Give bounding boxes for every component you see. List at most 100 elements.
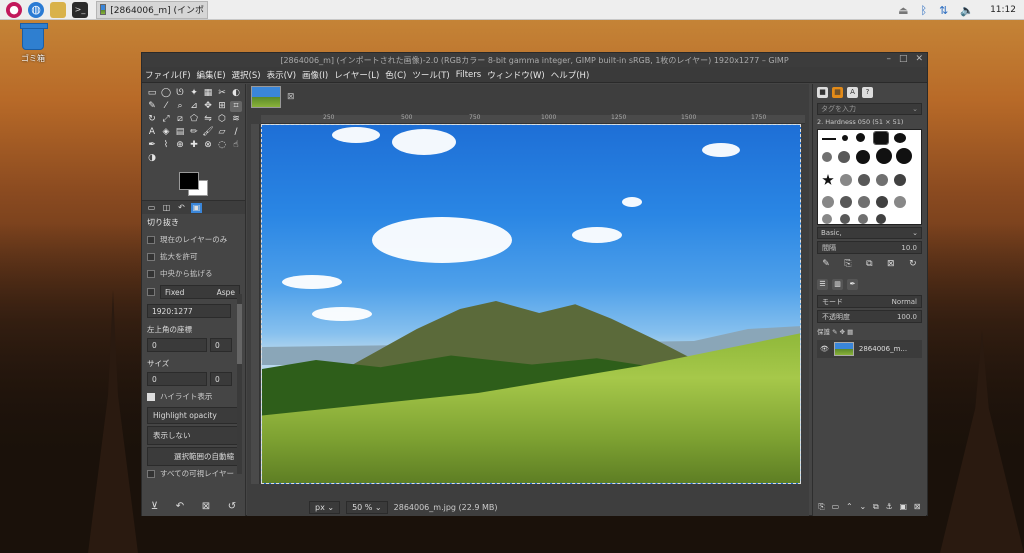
checkbox[interactable] — [147, 235, 155, 244]
brush-preview[interactable] — [838, 151, 850, 163]
brush-preview[interactable] — [894, 196, 906, 208]
option-allow-growing[interactable]: 拡大を許可 — [142, 248, 245, 265]
menu-image[interactable]: 画像(I) — [302, 69, 328, 81]
brush-preview[interactable] — [840, 196, 852, 208]
brush-preview[interactable] — [822, 174, 834, 185]
tool-options-scrollbar[interactable] — [237, 294, 242, 474]
taskbar-gimp-task[interactable]: [2864006_m] (インポ — [96, 0, 208, 19]
network-icon[interactable]: ⇅ — [939, 4, 948, 17]
foreground-select-icon[interactable]: ◐ — [230, 88, 242, 99]
layers-tab-icon[interactable]: ☰ — [817, 279, 828, 290]
auto-shrink-button[interactable]: 選択範囲の自動縮 — [147, 447, 240, 466]
option-shrink-merged[interactable]: すべての可視レイヤー — [142, 468, 245, 482]
checkbox[interactable] — [147, 288, 155, 296]
ellipse-select-icon[interactable]: ◯ — [160, 88, 172, 99]
layer-item[interactable]: 👁 2864006_m... — [817, 340, 922, 358]
fuzzy-select-icon[interactable]: ✦ — [188, 88, 200, 99]
menu-color[interactable]: 色(C) — [385, 69, 406, 81]
image-tab-close-icon[interactable]: ⊠ — [287, 92, 295, 102]
brush-preview[interactable] — [876, 214, 886, 224]
brush-preview[interactable] — [856, 150, 870, 164]
brush-preview[interactable] — [894, 133, 906, 143]
lock-alpha-icon[interactable]: ▦ — [847, 328, 853, 336]
delete-layer-icon[interactable]: ⊠ — [914, 502, 921, 512]
brush-preview[interactable] — [858, 174, 870, 186]
brush-preview[interactable] — [876, 174, 888, 186]
brush-preview[interactable] — [840, 174, 852, 186]
ratio-input[interactable]: 1920:1277 — [147, 304, 231, 318]
menu-edit[interactable]: 編集(E) — [197, 69, 226, 81]
refresh-brushes-icon[interactable]: ↻ — [909, 259, 917, 269]
lock-pixels-icon[interactable]: ✎ — [832, 328, 837, 336]
menu-view[interactable]: 表示(V) — [267, 69, 296, 81]
patterns-tab-icon[interactable]: ▦ — [832, 87, 843, 98]
zoom-icon[interactable]: ⌕ — [174, 101, 186, 112]
zoom-select[interactable]: 50 % ⌄ — [346, 501, 388, 514]
guides-select[interactable]: 表示しない — [147, 426, 240, 445]
brush-preview[interactable] — [896, 148, 912, 164]
new-layer-icon[interactable]: ⎘ — [818, 502, 824, 512]
dodge-icon[interactable]: ◑ — [146, 153, 158, 164]
browser-icon[interactable]: ◍ — [28, 1, 44, 18]
vertical-ruler[interactable] — [251, 124, 260, 484]
brush-preview[interactable] — [822, 138, 836, 140]
tag-filter-input[interactable]: タグを入力 ⌄ — [817, 103, 922, 115]
channels-tab-icon[interactable]: ▥ — [832, 279, 843, 290]
device-status-tab-icon[interactable]: ◫ — [161, 203, 172, 213]
brush-preview[interactable] — [840, 214, 850, 224]
brush-grid[interactable] — [817, 129, 922, 225]
warp-icon[interactable]: ≋ — [230, 114, 242, 125]
fixed-field[interactable]: Fixed Aspe — [160, 285, 240, 299]
move-icon[interactable]: ✥ — [202, 101, 214, 112]
brush-set-select[interactable]: Basic, ⌄ — [817, 227, 922, 239]
bluetooth-icon[interactable]: ᛒ — [921, 4, 928, 17]
delete-brush-icon[interactable]: ⊠ — [887, 259, 895, 269]
size-h-input[interactable]: 0 — [210, 372, 232, 386]
menu-filters[interactable]: Filters — [456, 70, 481, 80]
brush-preview[interactable] — [873, 131, 889, 145]
duplicate-layer-icon[interactable]: ⧉ — [873, 502, 879, 512]
foreground-color[interactable] — [179, 172, 199, 190]
paintbrush-icon[interactable]: 🖌 — [202, 127, 214, 138]
brush-preview[interactable] — [822, 196, 834, 208]
pos-y-input[interactable]: 0 — [210, 338, 232, 352]
option-fixed[interactable]: Fixed Aspe — [142, 282, 245, 302]
brush-preview[interactable] — [856, 133, 865, 142]
color-select-icon[interactable]: ▦ — [202, 88, 214, 99]
brushes-tab-icon[interactable]: ■ — [817, 87, 828, 98]
text-icon[interactable]: A — [146, 127, 158, 138]
brush-preview[interactable] — [822, 214, 832, 224]
option-current-layer[interactable]: 現在のレイヤーのみ — [142, 231, 245, 248]
checkbox[interactable] — [147, 252, 155, 261]
fonts-tab-icon[interactable]: A — [847, 87, 858, 98]
pos-x-input[interactable]: 0 — [147, 338, 207, 352]
reset-options-icon[interactable]: ↺ — [228, 501, 236, 512]
brush-preview[interactable] — [876, 148, 892, 164]
checkbox[interactable] — [147, 392, 155, 401]
menu-windows[interactable]: ウィンドウ(W) — [487, 69, 545, 81]
save-options-icon[interactable]: ⊻ — [151, 501, 158, 512]
brush-preview[interactable] — [858, 214, 868, 224]
eraser-icon[interactable]: ▱ — [216, 127, 228, 138]
size-w-input[interactable]: 0 — [147, 372, 207, 386]
file-manager-icon[interactable] — [50, 1, 66, 18]
menu-tools[interactable]: ツール(T) — [412, 69, 449, 81]
duplicate-brush-icon[interactable]: ⧉ — [866, 259, 872, 269]
smudge-icon[interactable]: ☝ — [230, 140, 242, 151]
brush-preview[interactable] — [858, 196, 870, 208]
raise-layer-icon[interactable]: ⌃ — [846, 502, 853, 512]
raspberry-menu-icon[interactable]: ● — [6, 1, 22, 18]
rect-select-icon[interactable]: ▭ — [146, 88, 158, 99]
shear-icon[interactable]: ⧄ — [174, 114, 186, 125]
paths-icon[interactable]: ✎ — [146, 101, 158, 112]
crop-icon[interactable]: ⌗ — [230, 101, 242, 112]
bucket-fill-icon[interactable]: ◈ — [160, 127, 172, 138]
menu-layer[interactable]: レイヤー(L) — [334, 69, 379, 81]
heal-icon[interactable]: ✚ — [188, 140, 200, 151]
image-tab-thumbnail[interactable] — [251, 86, 281, 108]
color-picker-icon[interactable]: ⁄ — [160, 101, 172, 112]
perspective-icon[interactable]: ⬠ — [188, 114, 200, 125]
mask-icon[interactable]: ▣ — [899, 502, 907, 512]
restore-options-icon[interactable]: ↶ — [176, 501, 184, 512]
highlight-opacity-slider[interactable]: Highlight opacity — [147, 407, 240, 424]
